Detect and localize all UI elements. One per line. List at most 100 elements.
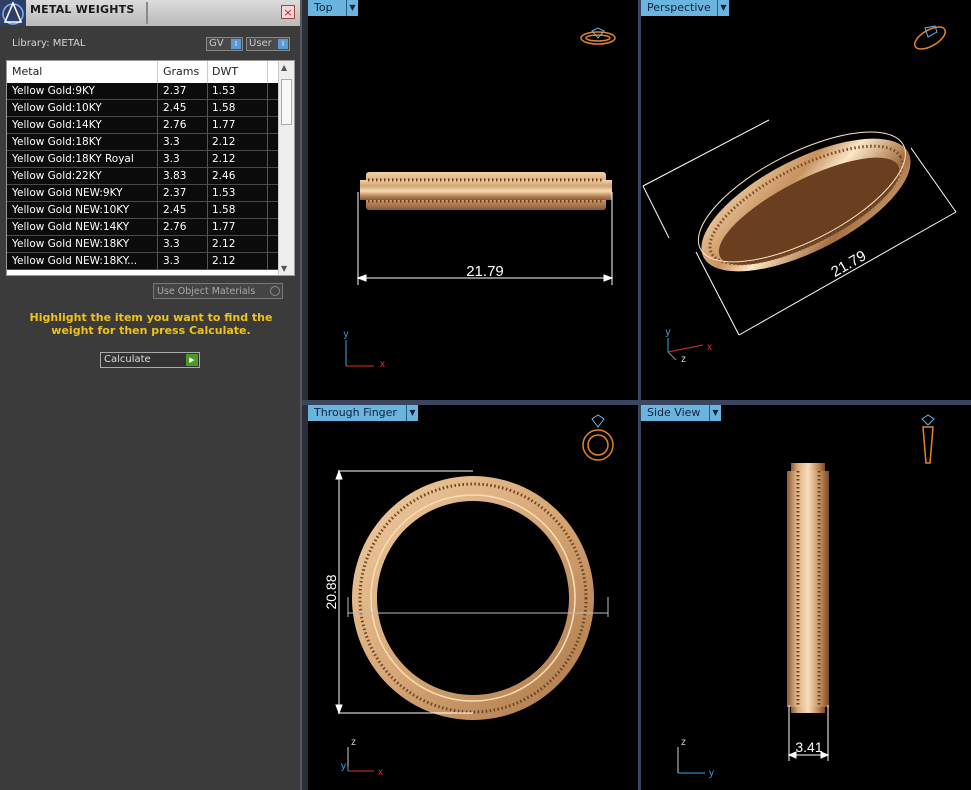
metal-table: Metal Grams DWT Yellow Gold:9KY 2.37 1.53 Y… (6, 60, 295, 276)
table-body: Yellow Gold:9KY 2.37 1.53 Yellow Gold:10KY 2… (7, 83, 279, 270)
viewport-side-view[interactable]: 3.41 z y Side View ▼ (641, 405, 971, 790)
axis-triad-icon: z y x (341, 737, 383, 778)
axis-z-label: z (681, 354, 686, 365)
view-cube-icon[interactable] (921, 414, 935, 464)
view-cube-icon[interactable] (911, 23, 948, 54)
calculate-label: Calculate (104, 354, 151, 365)
cell-divider (267, 168, 268, 185)
calculate-dropdown[interactable]: Calculate ▶ (100, 352, 200, 368)
grams-cell: 3.3 (163, 255, 180, 267)
cell-divider (157, 134, 158, 151)
cell-divider (207, 151, 208, 168)
gv-toggle[interactable]: GV I (206, 37, 243, 51)
viewport-through-finger[interactable]: 20.88 z y x Through Finger ▼ (308, 405, 638, 790)
use-object-materials-option[interactable]: Use Object Materials (153, 283, 283, 299)
user-toggle[interactable]: User I (246, 37, 290, 51)
metal-cell: Yellow Gold NEW:18KY... (12, 255, 138, 267)
cell-divider (267, 151, 268, 168)
cell-divider (207, 202, 208, 219)
view-cube-icon[interactable] (580, 27, 616, 45)
column-header-dwt[interactable]: DWT (212, 65, 238, 78)
metal-cell: Yellow Gold:18KY (12, 136, 102, 148)
dwt-cell: 2.12 (212, 136, 236, 148)
cell-divider (267, 236, 268, 253)
metal-weights-panel: METAL WEIGHTS × Library: METAL GV I User… (0, 0, 302, 790)
table-header: Metal Grams DWT (7, 61, 279, 84)
chevron-down-icon[interactable]: ▼ (709, 405, 721, 421)
grams-cell: 2.45 (163, 204, 187, 216)
instruction-text: Highlight the item you want to find the … (29, 311, 273, 337)
table-row[interactable]: Yellow Gold:18KY Royal 3.3 2.12 (7, 151, 279, 168)
dimension-label: 21.79 (466, 263, 504, 280)
chevron-down-icon[interactable]: ▼ (406, 405, 418, 421)
cell-divider (207, 134, 208, 151)
chevron-down-icon[interactable]: ▼ (717, 0, 729, 16)
radio-icon[interactable] (270, 286, 280, 296)
scroll-up-icon[interactable]: ▲ (281, 63, 287, 72)
close-button[interactable]: × (281, 5, 295, 19)
cell-divider (157, 168, 158, 185)
panel-titlebar[interactable]: METAL WEIGHTS × (0, 0, 300, 26)
dwt-cell: 1.53 (212, 85, 236, 97)
scroll-down-icon[interactable]: ▼ (281, 264, 287, 273)
grams-cell: 3.3 (163, 238, 180, 250)
table-row[interactable]: Yellow Gold NEW:14KY 2.76 1.77 (7, 219, 279, 236)
metal-cell: Yellow Gold NEW:10KY (12, 204, 130, 216)
cell-divider (207, 253, 208, 270)
ring-through-finger-render (352, 476, 594, 720)
viewport-label-side-view[interactable]: Side View (641, 405, 709, 421)
dwt-cell: 1.77 (212, 221, 236, 233)
column-header-grams[interactable]: Grams (163, 65, 199, 78)
cell-divider (207, 185, 208, 202)
table-row[interactable]: Yellow Gold:22KY 3.83 2.46 (7, 168, 279, 185)
cell-divider (207, 219, 208, 236)
grams-cell: 2.45 (163, 102, 187, 114)
column-header-metal[interactable]: Metal (12, 65, 42, 78)
table-row[interactable]: Yellow Gold:9KY 2.37 1.53 (7, 83, 279, 100)
metal-cell: Yellow Gold NEW:18KY (12, 238, 130, 250)
user-toggle-label: User (249, 38, 272, 49)
axis-triad-icon: y x z (666, 327, 713, 365)
viewport-label-perspective[interactable]: Perspective (641, 0, 717, 16)
metal-cell: Yellow Gold:18KY Royal (12, 153, 134, 165)
table-row[interactable]: Yellow Gold NEW:18KY 3.3 2.12 (7, 236, 279, 253)
axis-x-label: x (380, 359, 385, 370)
table-row[interactable]: Yellow Gold:18KY 3.3 2.12 (7, 134, 279, 151)
column-divider (157, 61, 158, 83)
play-icon[interactable]: ▶ (186, 354, 198, 366)
panel-title: METAL WEIGHTS (30, 3, 135, 16)
cell-divider (267, 202, 268, 219)
column-divider (207, 61, 208, 83)
table-row[interactable]: Yellow Gold:14KY 2.76 1.77 (7, 117, 279, 134)
viewport-top[interactable]: 21.79 y x Top ▼ (308, 0, 638, 400)
viewport-label-through-finger[interactable]: Through Finger (308, 405, 406, 421)
table-row[interactable]: Yellow Gold:10KY 2.45 1.58 (7, 100, 279, 117)
dwt-cell: 2.12 (212, 153, 236, 165)
table-row[interactable]: Yellow Gold NEW:18KY... 3.3 2.12 (7, 253, 279, 270)
chevron-down-icon[interactable]: ▼ (346, 0, 358, 16)
grams-cell: 3.3 (163, 136, 180, 148)
axis-triad-icon: y x (344, 329, 386, 370)
cell-divider (207, 100, 208, 117)
dwt-cell: 2.12 (212, 238, 236, 250)
cell-divider (267, 185, 268, 202)
dwt-cell: 1.53 (212, 187, 236, 199)
table-row[interactable]: Yellow Gold NEW:10KY 2.45 1.58 (7, 202, 279, 219)
metal-cell: Yellow Gold:22KY (12, 170, 102, 182)
cell-divider (157, 100, 158, 117)
viewport-label-top[interactable]: Top (308, 0, 346, 16)
axis-y-label: y (666, 327, 671, 338)
axis-y-label: y (344, 329, 349, 340)
table-scrollbar[interactable]: ▲ ▼ (278, 61, 294, 275)
metal-cell: Yellow Gold:14KY (12, 119, 102, 131)
cell-divider (267, 253, 268, 270)
gv-toggle-label: GV (209, 38, 224, 49)
viewport-perspective[interactable]: 21.79 y x z Perspective ▼ (641, 0, 971, 400)
cell-divider (267, 134, 268, 151)
scroll-thumb[interactable] (281, 79, 292, 125)
cell-divider (157, 185, 158, 202)
view-cube-icon[interactable] (582, 414, 614, 461)
title-divider (146, 2, 148, 24)
grams-cell: 2.76 (163, 119, 187, 131)
table-row[interactable]: Yellow Gold NEW:9KY 2.37 1.53 (7, 185, 279, 202)
